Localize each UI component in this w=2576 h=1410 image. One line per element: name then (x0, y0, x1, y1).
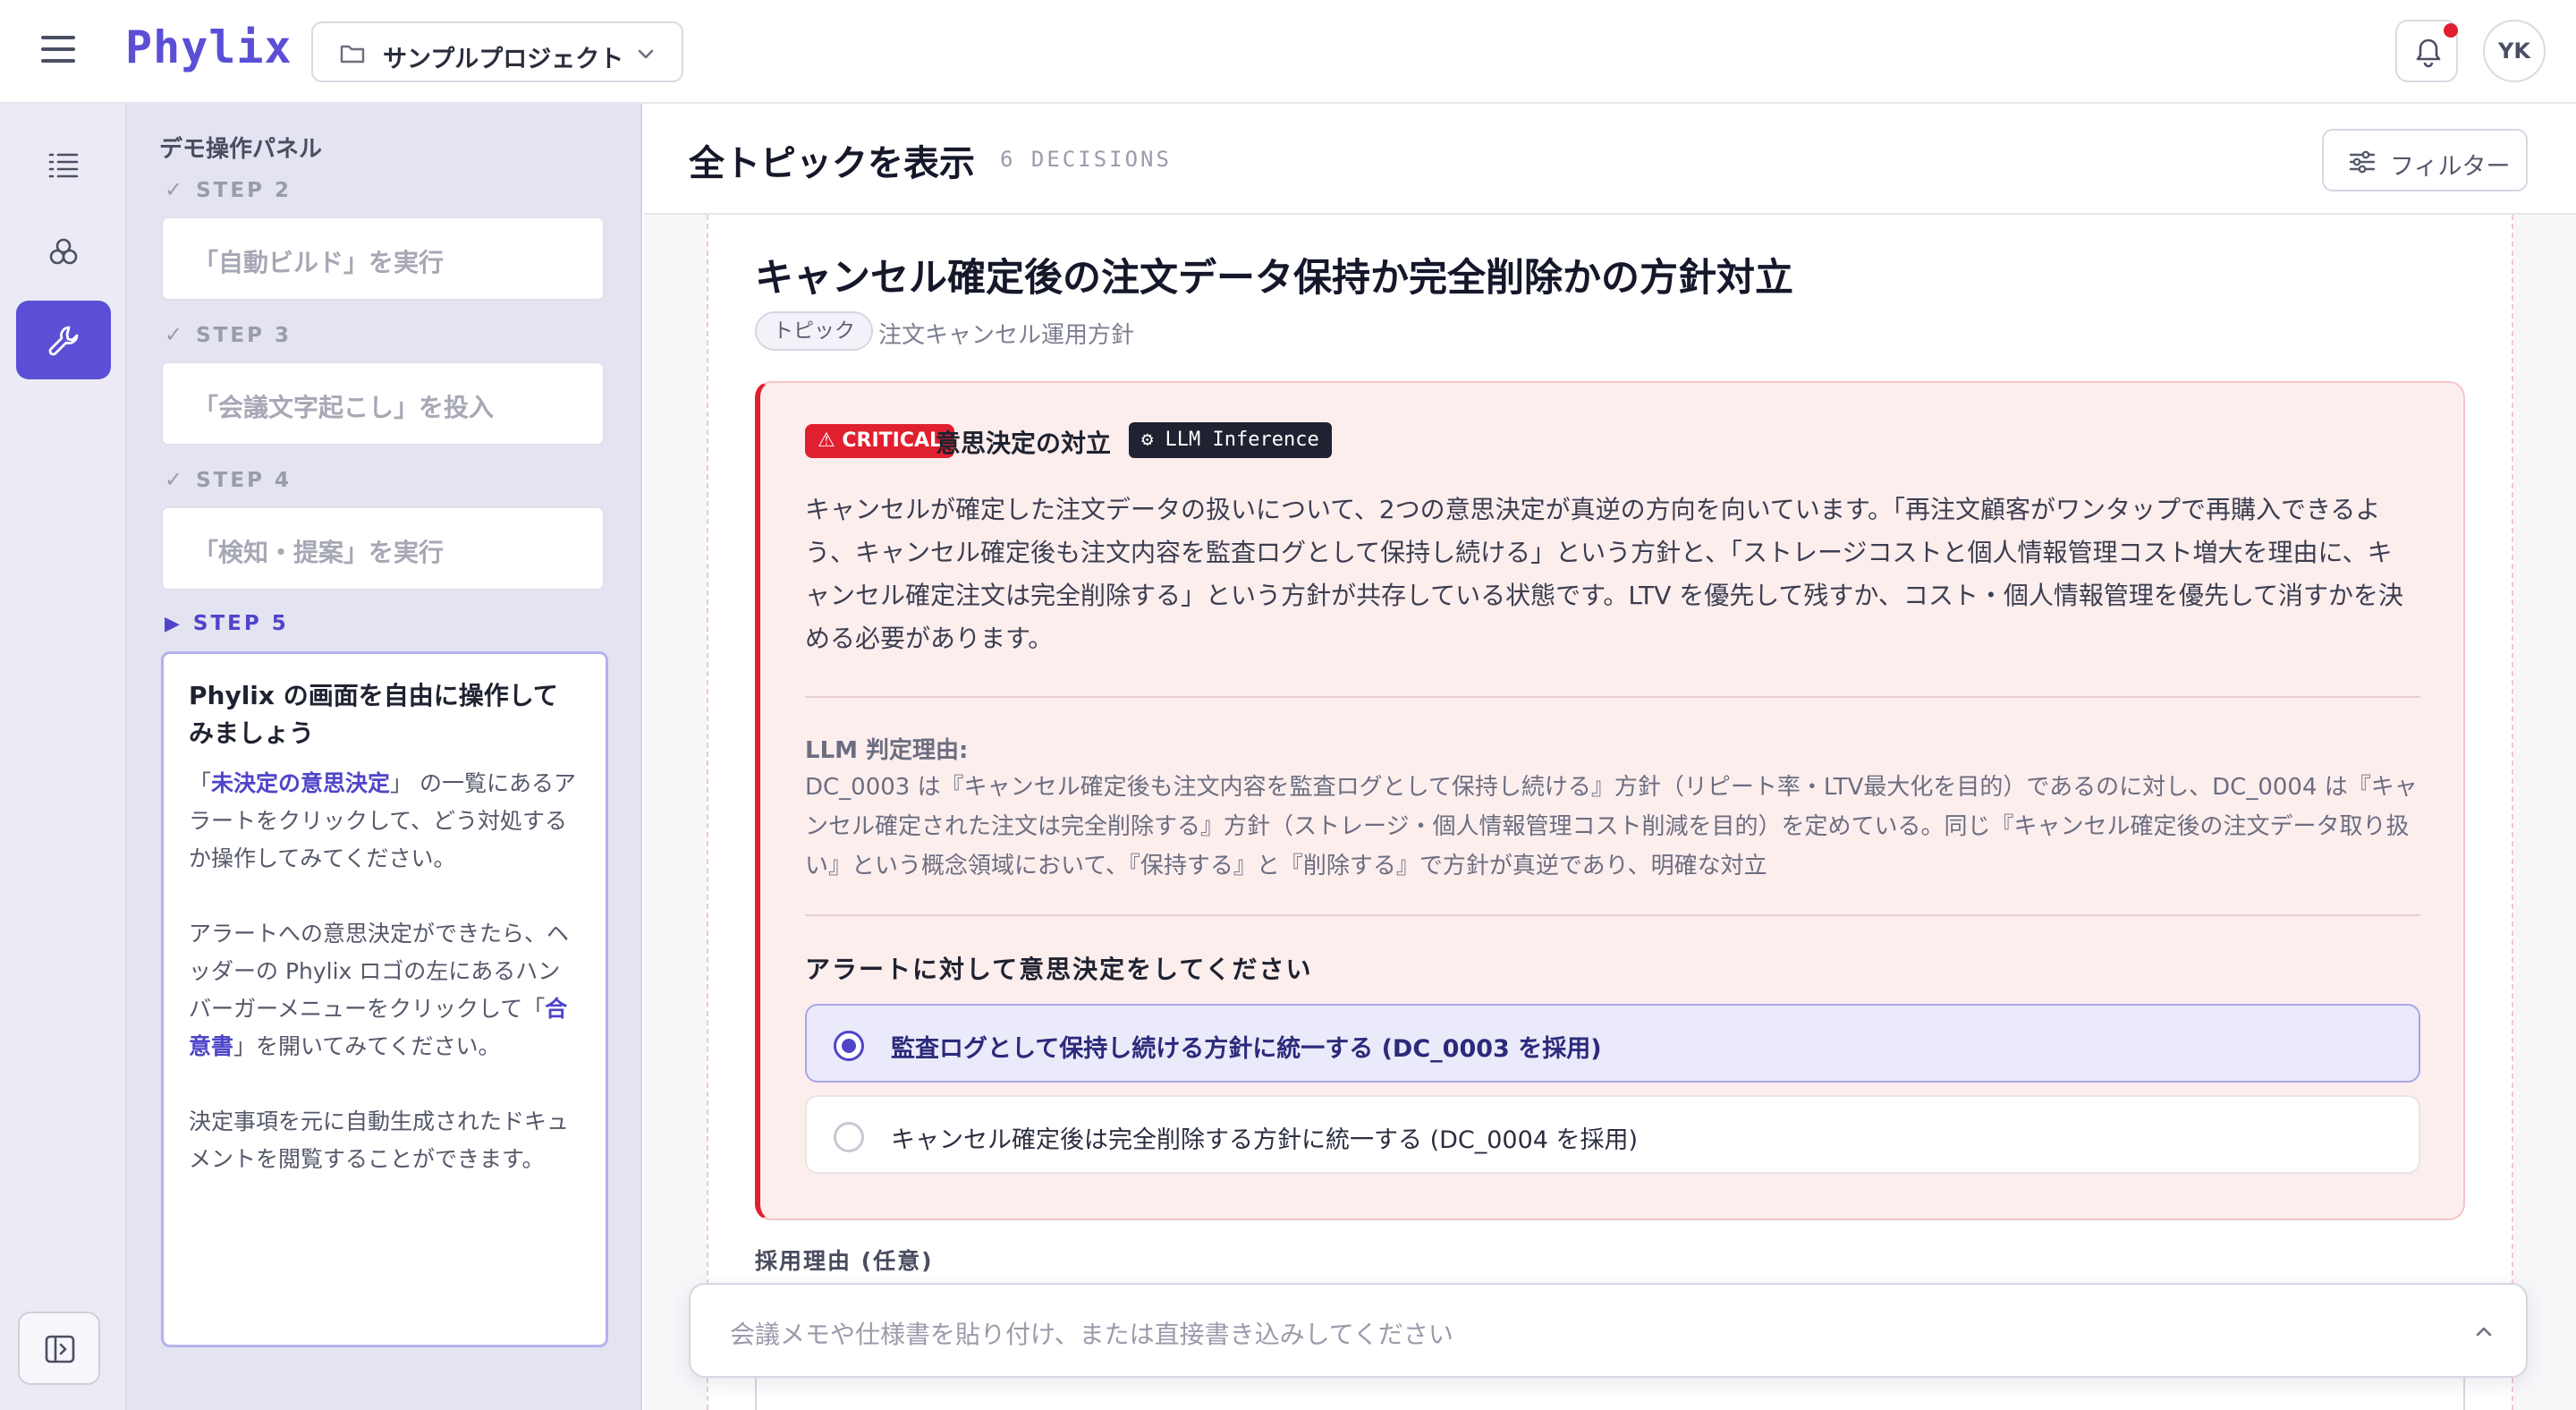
decision-detail: キャンセル確定後の注文データ保持か完全削除かの方針対立 トピック 注文キャンセル… (707, 215, 2513, 1410)
filter-label: フィルター (2390, 153, 2511, 181)
check-icon: ✓ (165, 322, 186, 347)
topic-name: 注文キャンセル運用方針 (878, 322, 1135, 349)
main-topbar: 全トピックを表示 6 DECISIONS フィルター (644, 104, 2576, 215)
check-icon: ✓ (165, 177, 186, 202)
filter-button[interactable]: フィルター (2322, 129, 2528, 191)
list-icon (48, 153, 79, 178)
chip-icon: ⚙ (1141, 429, 1165, 451)
source-badge: ⚙ LLM Inference (1129, 422, 1332, 458)
decision-count: 6 DECISIONS (1000, 147, 1172, 172)
rail-graph-button[interactable] (16, 213, 111, 292)
option-label: 監査ログとして保持し続ける方針に統一する (DC_0003 を採用) (891, 1035, 1602, 1063)
icon-rail (0, 104, 127, 1410)
notifications-button[interactable] (2395, 20, 2458, 82)
step-4-action-button[interactable]: 「検知・提案」を実行 (161, 506, 605, 590)
step-5-paragraph-2: アラートへの意思決定ができたら、ヘッダーの Phylix ロゴの左にあるハンバー… (189, 921, 570, 1059)
adoption-reason-label: 採用理由 (任意) (755, 1248, 934, 1274)
step-3-label: ✓ STEP 3 (165, 322, 292, 347)
check-icon: ✓ (165, 467, 186, 492)
demo-panel-title: デモ操作パネル (159, 136, 323, 163)
warning-icon: ⚠ (818, 429, 843, 452)
severity-badge: ⚠ CRITICAL (805, 424, 955, 458)
step-5-heading: Phylix の画面を自由に操作してみましょう (189, 681, 558, 748)
rail-tools-button[interactable] (16, 301, 111, 379)
step-5-paragraph-3: 決定事項を元に自動生成されたドキュメントを閲覧することができます。 (189, 1108, 570, 1172)
step-4-label: ✓ STEP 4 (165, 467, 292, 492)
sliders-icon (2349, 150, 2376, 174)
demo-control-panel: デモ操作パネル ✓ STEP 2 「自動ビルド」を実行 ✓ STEP 3 「会議文字… (127, 104, 642, 1410)
wrench-icon (48, 326, 79, 356)
alert-description: キャンセルが確定した注文データの扱いについて、2つの意思決定が真逆の方向を向いて… (805, 495, 2404, 653)
alert-kind: 意思決定の対立 (936, 429, 1112, 458)
decision-title: キャンセル確定後の注文データ保持か完全削除かの方針対立 (755, 256, 1793, 301)
project-selector[interactable]: サンプルプロジェクト (311, 21, 683, 82)
note-composer[interactable]: 会議メモや仕様書を貼り付け、または直接書き込みしてください (689, 1283, 2528, 1378)
rail-list-button[interactable] (16, 127, 111, 206)
bell-icon (2416, 38, 2441, 68)
divider (805, 696, 2420, 698)
hamburger-menu-icon[interactable] (41, 36, 75, 66)
option-adopt-dc0003[interactable]: 監査ログとして保持し続ける方針に統一する (DC_0003 を採用) (805, 1004, 2420, 1083)
user-avatar[interactable]: YK (2483, 20, 2546, 82)
step-3-action-button[interactable]: 「会議文字起こし」を投入 (161, 361, 605, 446)
folder-icon (340, 45, 365, 64)
option-adopt-dc0004[interactable]: キャンセル確定後は完全削除する方針に統一する (DC_0004 を採用) (805, 1095, 2420, 1174)
llm-reason-label: LLM 判定理由: (805, 737, 969, 764)
notification-dot (2444, 23, 2458, 38)
cluster-icon (49, 238, 78, 265)
play-icon: ▶ (165, 613, 182, 635)
llm-reason-text: DC_0003 は『キャンセル確定後も注文内容を監査ログとして保持し続ける』方針… (805, 774, 2418, 879)
topic-tag: トピック (755, 311, 873, 351)
step-5-instructions: Phylix の画面を自由に操作してみましょう 「未決定の意思決定」 の一覧にあ… (161, 651, 608, 1347)
chevron-down-icon (638, 49, 654, 59)
step-2-label: ✓ STEP 2 (165, 177, 292, 202)
divider (805, 914, 2420, 916)
undecided-decisions-link[interactable]: 未決定の意思決定 (211, 770, 390, 796)
step-5-label: ▶ STEP 5 (165, 612, 289, 635)
sidebar-toggle-icon (45, 1335, 75, 1363)
project-name: サンプルプロジェクト (383, 46, 624, 73)
sidebar-collapse-button[interactable] (18, 1312, 100, 1385)
step-2-action-button[interactable]: 「自動ビルド」を実行 (161, 217, 605, 301)
chevron-up-icon[interactable] (2472, 1321, 2496, 1344)
decision-prompt: アラートに対して意思決定をしてください (805, 955, 1313, 984)
radio-unselected[interactable] (834, 1122, 864, 1152)
radio-selected[interactable] (834, 1031, 864, 1061)
composer-placeholder: 会議メモや仕様書を貼り付け、または直接書き込みしてください (730, 1320, 1453, 1349)
app-header: Phylix サンプルプロジェクト YK (0, 0, 2576, 104)
main-area: 全トピックを表示 6 DECISIONS フィルター キャンセル確定後の注文デー… (644, 104, 2576, 1410)
step-5-paragraph-1: 「未決定の意思決定」 の一覧にあるアラートをクリックして、どう対処するか操作して… (189, 770, 576, 871)
conflict-alert: ⚠ CRITICAL 意思決定の対立 ⚙ LLM Inference キャンセル… (755, 381, 2465, 1220)
option-label: キャンセル確定後は完全削除する方針に統一する (DC_0004 を採用) (891, 1126, 1639, 1154)
page-title: 全トピックを表示 (689, 143, 975, 184)
app-logo[interactable]: Phylix (125, 21, 292, 73)
